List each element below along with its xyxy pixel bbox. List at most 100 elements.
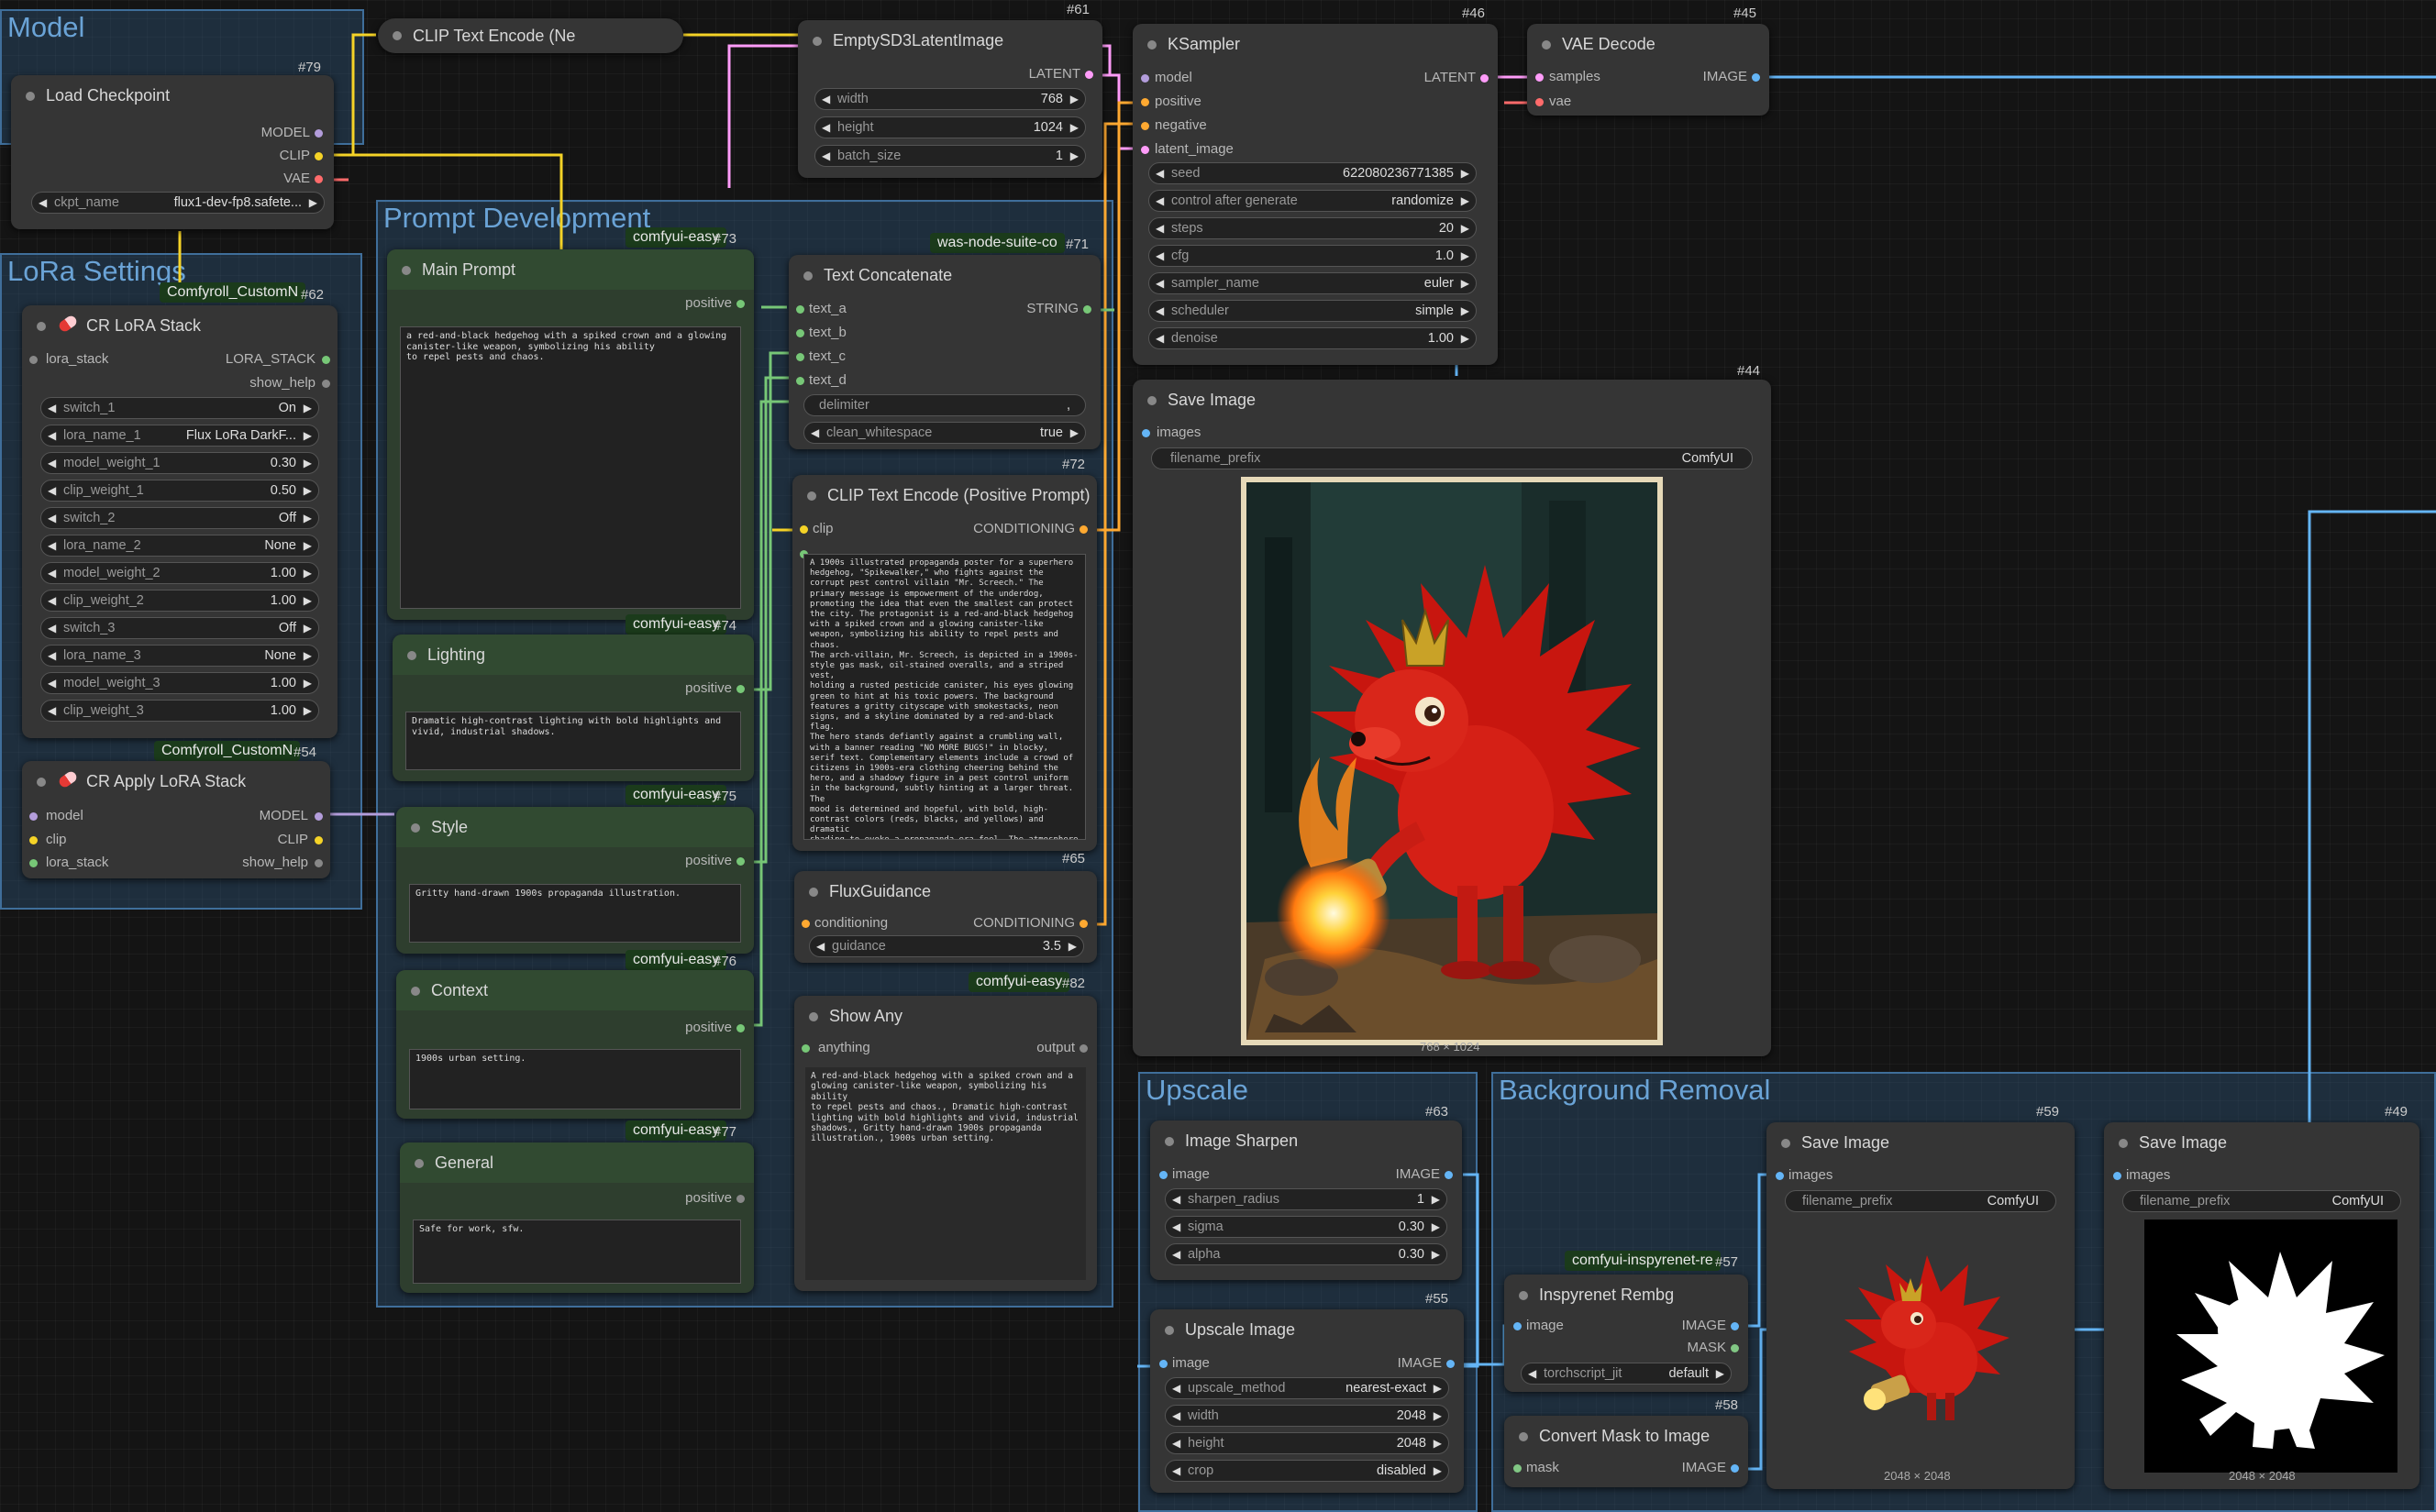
style-text[interactable]: Gritty hand-drawn 1900s propaganda illus… [409, 884, 741, 943]
switch-2-widget[interactable]: ◀ switch_2 Off ▶ [40, 507, 319, 529]
context-text[interactable]: 1900s urban setting. [409, 1049, 741, 1109]
arrow-left-icon[interactable]: ◀ [1528, 1367, 1536, 1380]
arrow-left-icon[interactable]: ◀ [48, 622, 56, 635]
generated-image-preview[interactable] [1241, 477, 1663, 1045]
node-flux-guidance[interactable]: FluxGuidance conditioning CONDITIONING ◀… [794, 871, 1097, 963]
output-positive-dot[interactable] [736, 300, 745, 308]
node-cr-apply-lora-stack[interactable]: CR Apply LoRA Stack model clip lora_stac… [22, 761, 330, 878]
node-collapse-dot[interactable] [37, 778, 46, 787]
node-ksampler[interactable]: #46 KSampler model positive negative lat… [1133, 6, 1498, 365]
input-latent-dot[interactable] [1141, 146, 1149, 154]
node-collapse-dot[interactable] [415, 1159, 424, 1168]
arrow-left-icon[interactable]: ◀ [48, 677, 56, 690]
arrow-right-icon[interactable]: ▶ [1434, 1409, 1442, 1422]
output-positive-dot[interactable] [736, 857, 745, 866]
node-collapse-dot[interactable] [1542, 40, 1551, 50]
node-image-sharpen[interactable]: Image Sharpen image IMAGE ◀ sharpen_radiu… [1150, 1120, 1462, 1280]
output-model-dot[interactable] [315, 129, 323, 138]
output-positive-dot[interactable] [736, 1195, 745, 1203]
scheduler-widget[interactable]: ◀ scheduler simple ▶ [1148, 300, 1477, 322]
seed-widget[interactable]: ◀ seed 622080236771385 ▶ [1148, 162, 1477, 184]
output-output-dot[interactable] [1080, 1044, 1088, 1053]
upscale-method-widget[interactable]: ◀ upscale_method nearest-exact ▶ [1165, 1377, 1449, 1399]
denoise-widget[interactable]: ◀ denoise 1.00 ▶ [1148, 327, 1477, 349]
main-prompt-text[interactable]: a red-and-black hedgehog with a spiked c… [400, 326, 741, 609]
node-inspyrenet-rembg[interactable]: Inspyrenet Rembg image IMAGE MASK ◀ torch… [1504, 1275, 1748, 1392]
cfg-widget[interactable]: ◀ cfg 1.0 ▶ [1148, 245, 1477, 267]
arrow-right-icon[interactable]: ▶ [304, 457, 312, 469]
guidance-widget[interactable]: ◀ guidance 3.5 ▶ [809, 935, 1084, 957]
node-collapse-dot[interactable] [1519, 1291, 1528, 1300]
arrow-right-icon[interactable]: ▶ [304, 429, 312, 442]
arrow-right-icon[interactable]: ▶ [304, 622, 312, 635]
arrow-left-icon[interactable]: ◀ [48, 704, 56, 717]
input-clip-dot[interactable] [29, 836, 38, 844]
arrow-left-icon[interactable]: ◀ [48, 457, 56, 469]
arrow-left-icon[interactable]: ◀ [1172, 1248, 1180, 1261]
node-collapse-dot[interactable] [807, 491, 816, 501]
arrow-right-icon[interactable]: ▶ [304, 402, 312, 414]
sigma-widget[interactable]: ◀ sigma 0.30 ▶ [1165, 1216, 1447, 1238]
arrow-left-icon[interactable]: ◀ [1156, 249, 1164, 262]
arrow-right-icon[interactable]: ▶ [1461, 222, 1469, 235]
arrow-right-icon[interactable]: ▶ [304, 594, 312, 607]
output-image-dot[interactable] [1731, 1464, 1739, 1473]
general-text[interactable]: Safe for work, sfw. [413, 1220, 741, 1284]
input-image-dot[interactable] [1159, 1171, 1168, 1179]
arrow-left-icon[interactable]: ◀ [39, 196, 47, 209]
arrow-right-icon[interactable]: ▶ [1461, 332, 1469, 345]
node-context[interactable]: Context positive 1900s urban setting. [396, 970, 754, 1119]
arrow-right-icon[interactable]: ▶ [1070, 149, 1079, 162]
mask-image-preview[interactable] [2144, 1220, 2397, 1473]
output-vae-dot[interactable] [315, 175, 323, 183]
arrow-left-icon[interactable]: ◀ [48, 402, 56, 414]
arrow-right-icon[interactable]: ▶ [1070, 426, 1079, 439]
arrow-left-icon[interactable]: ◀ [48, 567, 56, 579]
node-style[interactable]: Style positive Gritty hand-drawn 1900s p… [396, 807, 754, 954]
arrow-left-icon[interactable]: ◀ [48, 649, 56, 662]
arrow-left-icon[interactable]: ◀ [1156, 194, 1164, 207]
arrow-right-icon[interactable]: ▶ [304, 484, 312, 497]
node-text-concatenate[interactable]: Text Concatenate text_a text_b text_c te… [789, 255, 1101, 449]
node-collapse-dot[interactable] [393, 31, 402, 40]
output-image-dot[interactable] [1446, 1360, 1455, 1368]
node-collapse-dot[interactable] [407, 651, 416, 660]
node-save-image-main[interactable]: Save Image images filename_prefix ComfyUI [1133, 380, 1771, 1056]
model-weight-1-widget[interactable]: ◀ model_weight_1 0.30 ▶ [40, 452, 319, 474]
node-collapse-dot[interactable] [809, 888, 818, 897]
input-clip-dot[interactable] [800, 525, 808, 534]
output-positive-dot[interactable] [736, 685, 745, 693]
node-collapse-dot[interactable] [1781, 1139, 1790, 1148]
arrow-right-icon[interactable]: ▶ [304, 539, 312, 552]
node-collapse-dot[interactable] [1147, 396, 1157, 405]
input-images-dot[interactable] [1776, 1172, 1784, 1180]
clip-positive-text[interactable]: A 1900s illustrated propaganda poster fo… [803, 554, 1086, 840]
height-widget[interactable]: ◀ height 2048 ▶ [1165, 1432, 1449, 1454]
arrow-right-icon[interactable]: ▶ [1432, 1193, 1440, 1206]
input-text-a-dot[interactable] [796, 305, 804, 314]
node-collapse-dot[interactable] [411, 823, 420, 833]
node-collapse-dot[interactable] [1147, 40, 1157, 50]
arrow-right-icon[interactable]: ▶ [309, 196, 317, 209]
node-collapse-dot[interactable] [37, 322, 46, 331]
input-images-dot[interactable] [2113, 1172, 2121, 1180]
node-collapse-dot[interactable] [813, 37, 822, 46]
arrow-right-icon[interactable]: ▶ [1070, 121, 1079, 134]
node-cr-lora-stack[interactable]: CR LoRA Stack lora_stack LORA_STACK show… [22, 305, 338, 738]
output-model-dot[interactable] [315, 812, 323, 821]
output-conditioning-dot[interactable] [1080, 525, 1088, 534]
node-save-image-mask[interactable]: Save Image images filename_prefix ComfyUI… [2104, 1122, 2419, 1489]
filename-prefix-input[interactable]: filename_prefix ComfyUI [2122, 1190, 2401, 1212]
output-positive-dot[interactable] [736, 1024, 745, 1032]
output-string-dot[interactable] [1083, 305, 1091, 314]
model-weight-2-widget[interactable]: ◀ model_weight_2 1.00 ▶ [40, 562, 319, 584]
crop-widget[interactable]: ◀ crop disabled ▶ [1165, 1460, 1449, 1482]
arrow-left-icon[interactable]: ◀ [1172, 1437, 1180, 1450]
ckpt-name-combo[interactable]: ◀ ckpt_name flux1-dev-fp8.safete... ▶ [31, 192, 325, 214]
filename-prefix-input[interactable]: filename_prefix ComfyUI [1151, 447, 1753, 469]
arrow-left-icon[interactable]: ◀ [816, 940, 825, 953]
arrow-left-icon[interactable]: ◀ [822, 93, 830, 105]
height-widget[interactable]: ◀ height 1024 ▶ [814, 116, 1086, 138]
node-clip-text-encode-collapsed[interactable]: CLIP Text Encode (Ne [378, 18, 683, 53]
filename-prefix-input[interactable]: filename_prefix ComfyUI [1785, 1190, 2056, 1212]
